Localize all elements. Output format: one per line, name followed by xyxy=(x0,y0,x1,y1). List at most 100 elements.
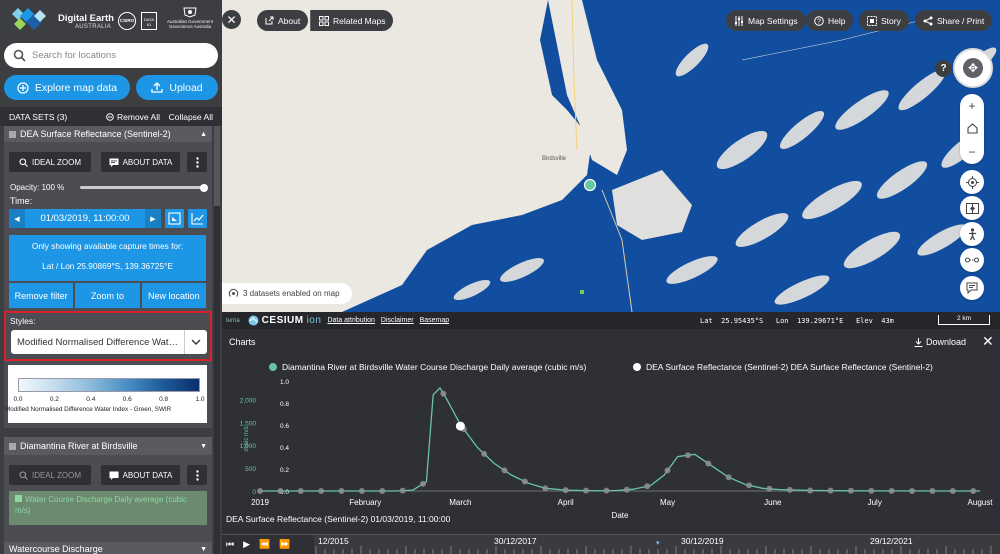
dataset-panel-diamantina: Diamantina River at Birdsville ▼ IDEAL Z… xyxy=(4,437,212,544)
zoom-out-button[interactable]: − xyxy=(960,140,984,163)
map-settings-button[interactable]: Map Settings xyxy=(726,10,806,31)
remove-all-button[interactable]: Remove All xyxy=(106,112,160,122)
opacity-slider-handle[interactable] xyxy=(200,183,208,192)
data-point xyxy=(684,452,691,459)
close-chart-button[interactable]: ✕ xyxy=(982,333,994,350)
pick-location-button[interactable] xyxy=(165,209,184,228)
location-search[interactable] xyxy=(4,43,218,68)
legend-gradient xyxy=(18,378,200,392)
related-maps-label: Related Maps xyxy=(333,15,386,26)
download-button[interactable]: Download xyxy=(914,337,966,347)
next-time-button[interactable]: ▶ xyxy=(145,209,161,228)
home-view-button[interactable] xyxy=(960,117,984,140)
help-question-button[interactable]: ? xyxy=(935,60,952,77)
pedestrian-icon xyxy=(968,227,976,240)
legend-title: Modified Normalised Difference Water Ind… xyxy=(5,406,172,413)
opacity-slider[interactable] xyxy=(80,183,208,192)
compass[interactable]: ✥ xyxy=(953,48,993,88)
skip-start-icon[interactable]: ⏮ xyxy=(226,539,234,550)
play-icon[interactable]: ▶ xyxy=(243,539,250,550)
collapse-chevron-icon[interactable]: ▼ xyxy=(200,443,207,450)
download-label: Download xyxy=(926,337,967,347)
visibility-checkbox[interactable] xyxy=(9,130,16,138)
step-back-icon[interactable]: ⏪ xyxy=(259,539,270,550)
dea-logo-icon[interactable] xyxy=(10,6,52,34)
about-button[interactable]: About xyxy=(257,10,309,31)
close-sidebar-button[interactable]: ✕ xyxy=(222,10,241,29)
plus-circle-icon xyxy=(17,81,29,94)
map-view[interactable]: Birdsville xyxy=(222,0,1000,329)
collapse-chevron-icon[interactable]: ▲ xyxy=(200,131,207,138)
feedback-button[interactable] xyxy=(960,276,984,300)
search-icon xyxy=(19,157,28,167)
timeline-label: 30/12/2019 xyxy=(681,536,724,546)
about-data-button[interactable]: ABOUT DATA xyxy=(101,465,180,485)
about-data-button[interactable]: ABOUT DATA xyxy=(101,152,180,172)
timeline-track[interactable]: 12/2015 30/12/2017 30/12/2019 29/12/2021… xyxy=(314,535,1000,554)
data-point xyxy=(379,488,386,494)
explore-map-data-button[interactable]: Explore map data xyxy=(4,75,130,100)
ideal-zoom-button[interactable]: IDEAL ZOOM xyxy=(9,465,91,485)
ideal-zoom-button[interactable]: IDEAL ZOOM xyxy=(9,152,91,172)
disclaimer-link[interactable]: Disclaimer xyxy=(381,317,414,324)
collapse-all-button[interactable]: Collapse All xyxy=(169,112,213,122)
x-tick-label: June xyxy=(764,498,782,507)
scrollbar-thumb[interactable] xyxy=(214,126,220,206)
related-maps-button[interactable]: Related Maps xyxy=(310,10,394,31)
dataset-body: IDEAL ZOOM ABOUT DATA Opacity: 100 % Tim… xyxy=(4,142,212,428)
upload-button[interactable]: Upload xyxy=(136,75,218,100)
help-button[interactable]: ? Help xyxy=(806,10,854,31)
dataset-header[interactable]: Watercourse Discharge ▼ xyxy=(4,542,212,554)
date-time-selector: ◀ 01/03/2019, 11:00:00 ▶ xyxy=(9,209,161,228)
data-point xyxy=(542,485,549,492)
dataset-panel-watercourse: Watercourse Discharge ▼ xyxy=(4,542,212,554)
remove-filter-button[interactable]: Remove filter xyxy=(9,283,74,308)
cesium-ion-logo[interactable]: CESIUM ion xyxy=(248,315,322,326)
styles-select[interactable]: Modified Normalised Difference Water Ind… xyxy=(11,330,207,354)
y-right-tick-label: 1.0 xyxy=(280,379,289,386)
collapse-chevron-icon[interactable]: ▼ xyxy=(200,546,207,553)
zoom-to-button[interactable]: Zoom to xyxy=(75,283,140,308)
share-button[interactable]: Share / Print xyxy=(915,10,993,31)
sliders-icon xyxy=(735,15,743,26)
pedestrian-mode-button[interactable] xyxy=(960,222,984,246)
compare-icon xyxy=(965,202,979,214)
y-left-tick-label: 500 xyxy=(245,466,256,473)
datasets-enabled-label: 3 datasets enabled on map xyxy=(243,289,340,298)
more-options-button[interactable] xyxy=(187,152,207,172)
timeline-cursor[interactable]: ▾ xyxy=(656,539,660,547)
chart-toggle-button[interactable] xyxy=(188,209,207,228)
sidebar-scrollbar[interactable] xyxy=(214,126,220,554)
data-point xyxy=(786,486,793,493)
data-attribution-link[interactable]: Data attribution xyxy=(327,317,374,324)
more-options-button[interactable] xyxy=(187,465,207,485)
dataset-name: Diamantina River at Birdsville xyxy=(20,441,138,451)
step-forward-icon[interactable]: ⏩ xyxy=(279,539,290,550)
series-toggle[interactable]: Water Course Discharge Daily average (cu… xyxy=(9,491,207,525)
story-button[interactable]: Story xyxy=(859,10,909,31)
previous-time-button[interactable]: ◀ xyxy=(9,209,25,228)
dataset-header[interactable]: Diamantina River at Birdsville ▼ xyxy=(4,437,212,455)
chevron-down-icon[interactable] xyxy=(184,330,207,354)
discharge-chart[interactable]: 2019 February March April May June July August D… xyxy=(222,369,1000,519)
terria-logo[interactable]: terria xyxy=(226,318,240,324)
new-location-button[interactable]: New location xyxy=(141,283,206,308)
search-input[interactable] xyxy=(32,47,212,64)
pan-icon[interactable]: ✥ xyxy=(963,58,983,78)
my-location-button[interactable] xyxy=(960,170,984,194)
measure-icon xyxy=(965,257,979,263)
map-credit-bar: terria CESIUM ion Data attribution Discla… xyxy=(222,312,1000,329)
split-screen-button[interactable] xyxy=(960,196,984,220)
zoom-in-button[interactable]: + xyxy=(960,94,984,117)
visibility-checkbox[interactable] xyxy=(9,442,16,450)
datasets-enabled-badge[interactable]: 3 datasets enabled on map xyxy=(222,283,352,304)
series-checkbox[interactable] xyxy=(15,495,22,502)
time-value[interactable]: 01/03/2019, 11:00:00 xyxy=(25,213,145,224)
legend-tick: 0.2 xyxy=(49,396,59,403)
basemap-link[interactable]: Basemap xyxy=(420,317,450,324)
measure-tool-button[interactable] xyxy=(960,248,984,272)
dataset-header[interactable]: DEA Surface Reflectance (Sentinel-2) ▲ xyxy=(4,126,212,142)
info-bubble-icon xyxy=(109,471,119,480)
kebab-menu-icon xyxy=(195,156,199,168)
about-label: About xyxy=(278,15,301,26)
